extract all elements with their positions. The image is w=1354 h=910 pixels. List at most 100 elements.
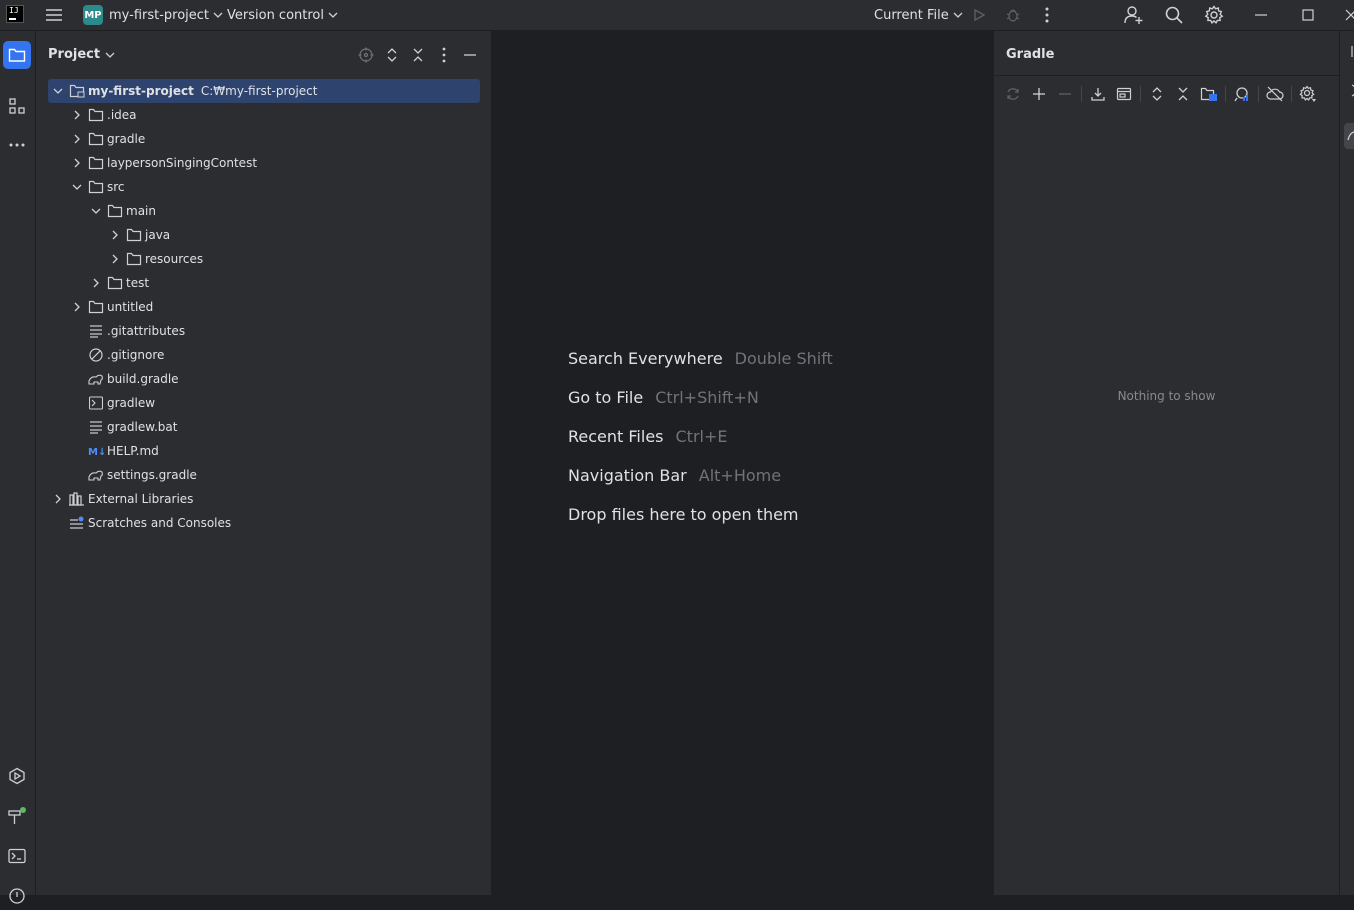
project-switcher[interactable]: MP my-first-project xyxy=(83,0,223,30)
hint-action: Search Everywhere xyxy=(568,349,723,368)
tree-folder-item[interactable]: src xyxy=(69,175,125,199)
tree-folder-item[interactable]: resources xyxy=(107,247,203,271)
tree-file-item[interactable]: gradlew.bat xyxy=(69,415,177,439)
gradle-tool-window-icon[interactable] xyxy=(1344,123,1354,149)
options-icon[interactable] xyxy=(435,46,453,64)
tree-file-item[interactable]: M↓ HELP.md xyxy=(69,439,159,463)
minimize-window-icon[interactable] xyxy=(1251,5,1271,25)
hide-panel-icon[interactable] xyxy=(461,46,479,64)
expand-all-icon[interactable] xyxy=(383,46,401,64)
tree-folder-item[interactable]: java xyxy=(107,223,170,247)
chevron-right-icon[interactable] xyxy=(88,275,104,291)
remove-icon[interactable] xyxy=(1056,85,1074,103)
tree-file-item[interactable]: .gitattributes xyxy=(69,319,185,343)
tree-item-label: gradlew xyxy=(107,396,156,410)
more-actions-icon[interactable] xyxy=(1037,5,1057,25)
build-tool-settings-icon[interactable] xyxy=(1299,85,1317,103)
tree-file-item[interactable]: build.gradle xyxy=(69,367,179,391)
settings-gear-icon[interactable] xyxy=(1203,4,1225,26)
execute-task-icon[interactable] xyxy=(1115,85,1133,103)
toolbar-separator xyxy=(1081,86,1082,102)
right-tool-strip xyxy=(1339,31,1354,895)
tree-folder-item[interactable]: main xyxy=(88,199,156,223)
collapse-all-icon[interactable] xyxy=(409,46,427,64)
chevron-right-icon[interactable] xyxy=(107,251,123,267)
gradle-toolbar xyxy=(994,75,1339,112)
tree-item-label: HELP.md xyxy=(107,444,159,458)
tree-folder-item[interactable]: test xyxy=(88,271,149,295)
project-tool-window: Project my-first-project C:₩my-first-proj… xyxy=(36,31,492,895)
tree-file-item[interactable]: External Libraries xyxy=(50,487,193,511)
tree-folder-item[interactable]: my-first-project C:₩my-first-project xyxy=(48,79,480,103)
debug-icon[interactable] xyxy=(1003,5,1023,25)
text-icon xyxy=(88,419,104,435)
download-sources-icon[interactable] xyxy=(1089,85,1107,103)
run-config-selector[interactable]: Current File xyxy=(868,0,963,30)
tree-folder-item[interactable]: .idea xyxy=(69,103,137,127)
tree-folder-item[interactable]: laypersonSingingContest xyxy=(69,151,257,175)
left-tool-strip xyxy=(0,31,36,904)
tree-file-item[interactable]: .gitignore xyxy=(69,343,164,367)
chevron-right-icon[interactable] xyxy=(69,299,85,315)
maximize-window-icon[interactable] xyxy=(1298,5,1318,25)
project-view-selector[interactable]: Project xyxy=(48,47,115,62)
hint-action: Drop files here to open them xyxy=(568,505,799,524)
offline-mode-icon[interactable] xyxy=(1266,85,1284,103)
intellij-logo-icon[interactable]: IJ xyxy=(6,5,24,23)
services-icon[interactable] xyxy=(3,762,31,790)
chevron-right-icon[interactable] xyxy=(107,227,123,243)
panel-title: Project xyxy=(48,47,101,62)
tree-file-item[interactable]: settings.gradle xyxy=(69,463,197,487)
tree-file-item[interactable]: Scratches and Consoles xyxy=(50,511,231,535)
tree-item-label: my-first-project xyxy=(88,84,194,98)
hint-recent-files: Recent Files Ctrl+E xyxy=(568,427,727,446)
select-opened-file-icon[interactable] xyxy=(357,46,375,64)
analyze-dependencies-icon[interactable] xyxy=(1233,85,1251,103)
hint-action: Go to File xyxy=(568,388,644,407)
chevron-down-icon[interactable] xyxy=(88,203,104,219)
run-icon[interactable] xyxy=(969,5,989,25)
tree-folder-item[interactable]: gradle xyxy=(69,127,145,151)
expand-all-icon[interactable] xyxy=(1148,85,1166,103)
vcs-menu[interactable]: Version control xyxy=(221,0,338,30)
chevron-down-icon[interactable] xyxy=(69,179,85,195)
chevron-right-icon[interactable] xyxy=(69,155,85,171)
tree-file-item[interactable]: gradlew xyxy=(69,391,155,415)
search-icon[interactable] xyxy=(1163,4,1185,26)
structure-tool-window-icon[interactable] xyxy=(3,92,31,120)
project-badge: MP xyxy=(83,5,103,25)
tree-item-label: External Libraries xyxy=(88,492,194,506)
build-icon[interactable] xyxy=(3,802,31,830)
chevron-down-icon[interactable] xyxy=(50,83,66,99)
toolbar-separator xyxy=(1140,86,1141,102)
tree-folder-item[interactable]: untitled xyxy=(69,295,153,319)
hint-action: Navigation Bar xyxy=(568,466,687,485)
add-icon[interactable] xyxy=(1030,85,1048,103)
terminal-icon[interactable] xyxy=(3,842,31,870)
close-window-icon[interactable] xyxy=(1342,5,1354,25)
project-tool-window-icon[interactable] xyxy=(3,41,31,69)
add-user-icon[interactable] xyxy=(1123,4,1145,26)
database-icon[interactable] xyxy=(1344,83,1354,97)
hint-search-everywhere: Search Everywhere Double Shift xyxy=(568,349,833,368)
reload-icon[interactable] xyxy=(1004,85,1022,103)
gradle-icon xyxy=(88,467,104,483)
tree-item-label: Scratches and Consoles xyxy=(88,516,232,530)
hint-shortcut: Ctrl+E xyxy=(675,427,728,446)
ignore-icon xyxy=(88,347,104,363)
libraries-icon xyxy=(69,491,85,507)
vcs-label: Version control xyxy=(227,7,324,23)
problems-icon[interactable] xyxy=(3,882,31,910)
collapse-all-icon[interactable] xyxy=(1174,85,1192,103)
chevron-right-icon[interactable] xyxy=(69,107,85,123)
notifications-icon[interactable] xyxy=(1344,45,1354,59)
chevron-right-icon[interactable] xyxy=(50,491,66,507)
main-menu-icon[interactable] xyxy=(44,5,64,25)
link-gradle-project-icon[interactable] xyxy=(1200,85,1218,103)
chevron-right-icon[interactable] xyxy=(69,131,85,147)
hint-shortcut: Alt+Home xyxy=(698,466,782,485)
scratches-icon xyxy=(69,515,85,531)
more-tool-windows-icon[interactable] xyxy=(3,131,31,159)
